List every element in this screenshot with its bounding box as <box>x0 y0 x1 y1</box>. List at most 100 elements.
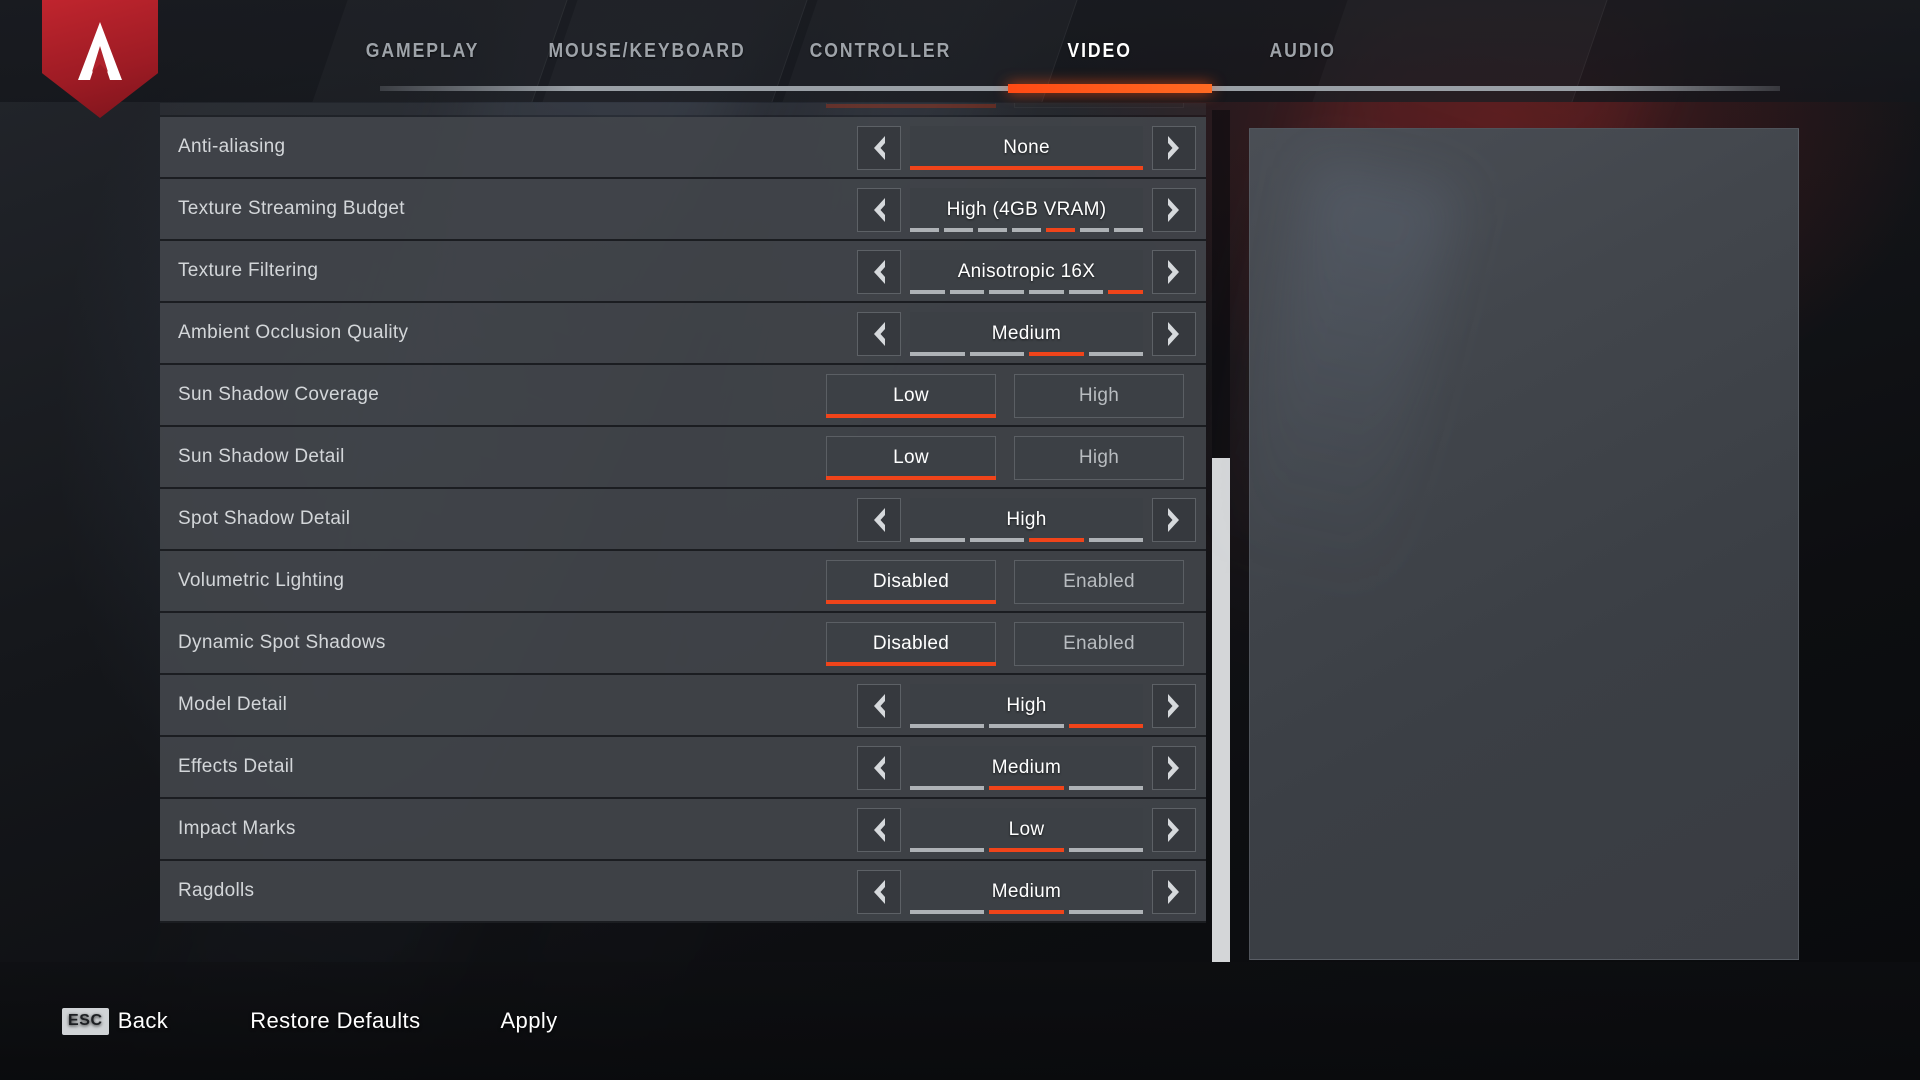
settings-row-ambient-occlusion-quality[interactable]: Ambient Occlusion Quality Medium <box>160 303 1206 365</box>
settings-value-box[interactable]: High (4GB VRAM) <box>910 188 1143 232</box>
tab-gameplay-label: GAMEPLAY <box>365 39 480 62</box>
settings-level-indicator <box>910 910 1143 914</box>
restore-defaults-button[interactable]: Restore Defaults <box>250 1008 420 1034</box>
toggle-option-disabled[interactable]: Disabled <box>826 622 996 666</box>
restore-defaults-label: Restore Defaults <box>250 1008 421 1033</box>
settings-row-label: Dynamic Spot Shadows <box>178 632 386 653</box>
toggle-option-label: Enabled <box>1063 571 1135 592</box>
chevron-left-icon[interactable] <box>857 126 901 170</box>
settings-value-box[interactable]: High <box>910 684 1143 728</box>
chevron-right-icon[interactable] <box>1152 808 1196 852</box>
settings-row-dynamic-spot-shadows[interactable]: Dynamic Spot Shadows Disabled Enabled <box>160 613 1206 675</box>
settings-level-indicator <box>910 848 1143 852</box>
settings-row-spot-shadow-detail[interactable]: Spot Shadow Detail High <box>160 489 1206 551</box>
settings-value-text: High <box>1006 695 1047 716</box>
chevron-right-icon[interactable] <box>1152 312 1196 356</box>
settings-row-anti-aliasing[interactable]: Anti-aliasing None <box>160 117 1206 179</box>
settings-row-sun-shadow-coverage[interactable]: Sun Shadow Coverage Low High <box>160 365 1206 427</box>
settings-row-adaptive-supersampling[interactable]: Adaptive SupersamplingDisabledEnabled <box>160 103 1206 117</box>
settings-value-text: Medium <box>991 323 1062 344</box>
settings-row-effects-detail[interactable]: Effects Detail Medium <box>160 737 1206 799</box>
settings-level-indicator <box>910 166 1143 170</box>
settings-value-box[interactable]: Medium <box>910 746 1143 790</box>
chevron-right-icon[interactable] <box>1152 870 1196 914</box>
toggle-option-low[interactable]: Low <box>826 436 996 480</box>
apply-button[interactable]: Apply <box>500 1008 557 1034</box>
chevron-left-icon[interactable] <box>857 684 901 728</box>
level-segment <box>1088 352 1143 356</box>
settings-row-texture-filtering[interactable]: Texture Filtering Anisotropic 16X <box>160 241 1206 303</box>
settings-row-volumetric-lighting[interactable]: Volumetric Lighting Disabled Enabled <box>160 551 1206 613</box>
settings-row-label: Effects Detail <box>178 756 294 777</box>
settings-row-control: Disabled Enabled <box>826 103 1184 117</box>
tab-controller-label: CONTROLLER <box>809 39 951 62</box>
settings-level-indicator <box>910 538 1143 542</box>
level-segment <box>1068 786 1143 790</box>
settings-row-control: Medium <box>857 737 1196 799</box>
settings-row-impact-marks[interactable]: Impact Marks Low <box>160 799 1206 861</box>
settings-row-control: Medium <box>857 861 1196 923</box>
settings-value-box[interactable]: High <box>910 498 1143 542</box>
chevron-left-icon[interactable] <box>857 808 901 852</box>
settings-row-ragdolls[interactable]: Ragdolls Medium <box>160 861 1206 923</box>
level-segment <box>910 290 945 294</box>
chevron-left-icon[interactable] <box>857 870 901 914</box>
back-button[interactable]: ESC Back <box>62 1007 168 1035</box>
toggle-option-high[interactable]: High <box>1014 436 1184 480</box>
settings-value-text: Medium <box>991 757 1062 778</box>
settings-row-control: Disabled Enabled <box>826 613 1184 675</box>
chevron-left-icon[interactable] <box>857 188 901 232</box>
settings-value-text: High <box>1006 509 1047 530</box>
chevron-left-icon[interactable] <box>857 250 901 294</box>
settings-row-texture-streaming-budget[interactable]: Texture Streaming Budget High (4GB VRAM) <box>160 179 1206 241</box>
toggle-option-low[interactable]: Low <box>826 374 996 418</box>
chevron-right-icon[interactable] <box>1152 126 1196 170</box>
toggle-option-enabled[interactable]: Enabled <box>1014 560 1184 604</box>
apex-settings-screen: GAMEPLAY MOUSE/KEYBOARD CONTROLLER VIDEO… <box>0 0 1920 1080</box>
chevron-right-icon[interactable] <box>1152 498 1196 542</box>
chevron-right-icon[interactable] <box>1152 188 1196 232</box>
settings-value-box[interactable]: None <box>910 126 1143 170</box>
settings-value-box[interactable]: Medium <box>910 312 1143 356</box>
settings-value-box[interactable]: Anisotropic 16X <box>910 250 1144 294</box>
scrollbar-thumb[interactable] <box>1212 458 1230 962</box>
level-segment <box>978 228 1007 232</box>
settings-row-control: High <box>857 489 1196 551</box>
settings-row-sun-shadow-detail[interactable]: Sun Shadow Detail Low High <box>160 427 1206 489</box>
level-segment <box>989 786 1064 790</box>
level-segment <box>910 538 965 542</box>
toggle-option-disabled[interactable]: Disabled <box>826 103 996 108</box>
level-segment <box>910 786 985 790</box>
settings-value-box[interactable]: Medium <box>910 870 1143 914</box>
settings-level-indicator <box>910 786 1143 790</box>
chevron-right-icon[interactable] <box>1152 250 1196 294</box>
settings-row-model-detail[interactable]: Model Detail High <box>160 675 1206 737</box>
esc-key-badge: ESC <box>62 1007 109 1035</box>
apply-label: Apply <box>500 1008 558 1033</box>
settings-level-indicator <box>910 290 1144 294</box>
level-segment <box>1068 848 1143 852</box>
chevron-left-icon[interactable] <box>857 498 901 542</box>
chevron-left-icon[interactable] <box>857 312 901 356</box>
settings-value-box[interactable]: Low <box>910 808 1143 852</box>
toggle-option-high[interactable]: High <box>1014 374 1184 418</box>
settings-value-text: High (4GB VRAM) <box>946 199 1107 220</box>
toggle-option-enabled[interactable]: Enabled <box>1014 622 1184 666</box>
chevron-right-icon[interactable] <box>1152 746 1196 790</box>
chevron-left-icon[interactable] <box>857 746 901 790</box>
level-segment <box>1080 228 1109 232</box>
settings-row-control: Low High <box>826 365 1184 427</box>
level-segment <box>1029 352 1084 356</box>
chevron-right-icon[interactable] <box>1152 684 1196 728</box>
settings-value-text: Medium <box>991 881 1062 902</box>
toggle-option-enabled[interactable]: Enabled <box>1014 103 1184 108</box>
toggle-option-label: High <box>1078 385 1120 406</box>
toggle-option-label: Disabled <box>872 633 950 654</box>
level-segment <box>1114 228 1143 232</box>
level-segment <box>989 910 1064 914</box>
settings-row-label: Anti-aliasing <box>178 136 286 157</box>
level-segment <box>944 228 973 232</box>
toggle-option-disabled[interactable]: Disabled <box>826 560 996 604</box>
settings-value-text: Low <box>1008 819 1045 840</box>
toggle-option-label: Enabled <box>1063 633 1135 654</box>
